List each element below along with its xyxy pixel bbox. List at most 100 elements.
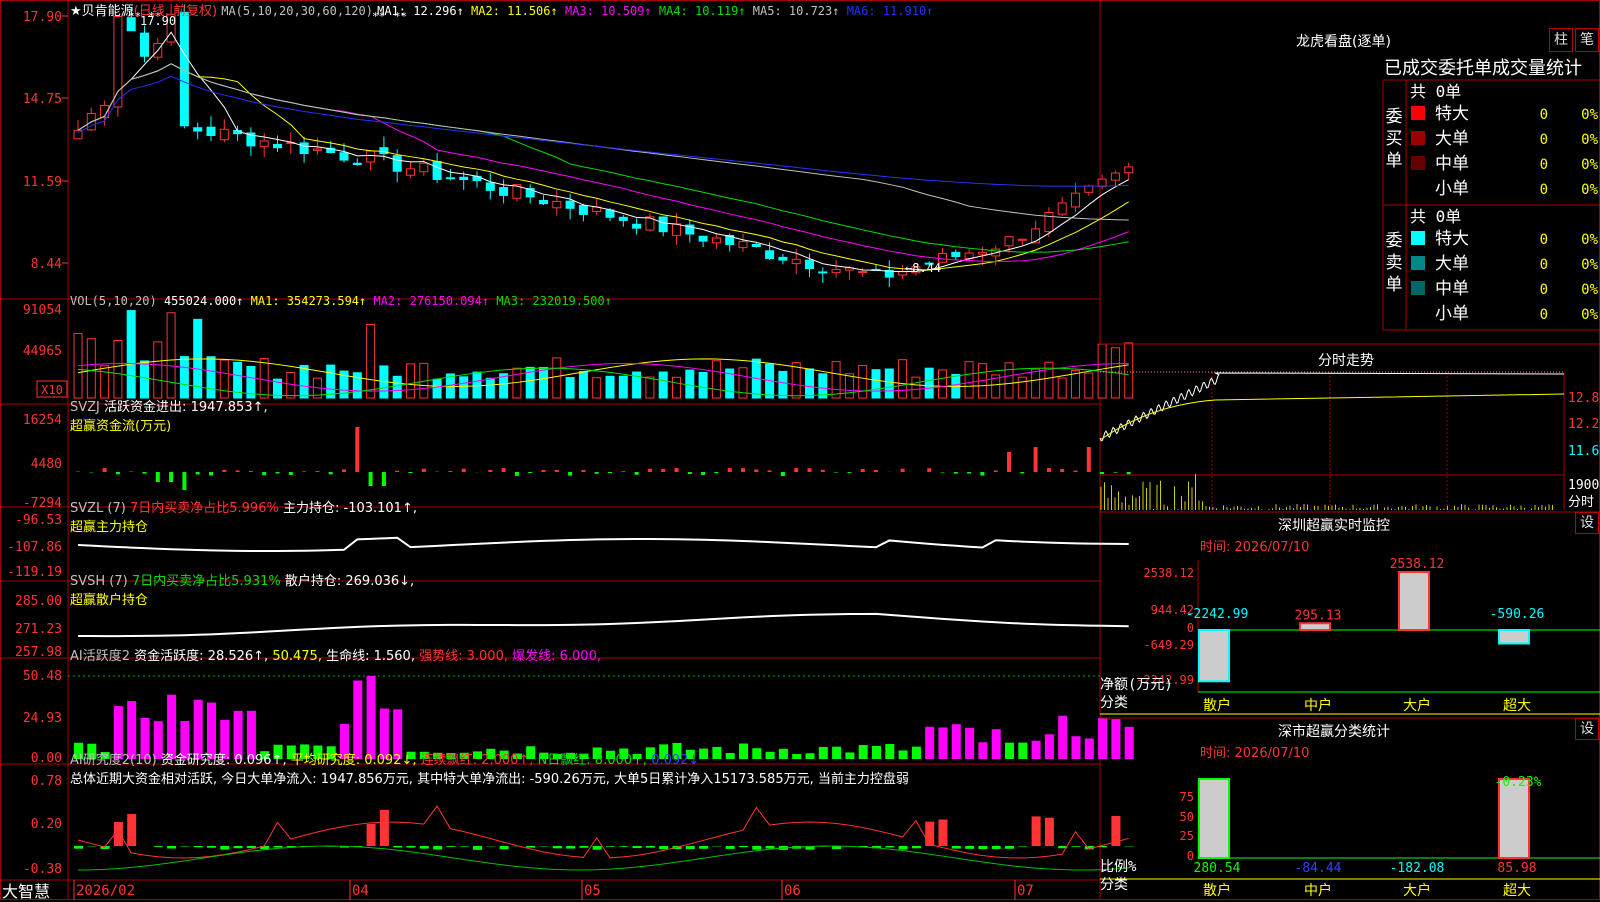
buy-row-name: 大单: [1435, 129, 1469, 149]
research-bar: [247, 846, 256, 848]
svzj-tick: 4480: [31, 457, 62, 472]
svzl-tick: -96.53: [15, 513, 62, 528]
sell-swatch-3: [1411, 306, 1425, 320]
candle: [553, 201, 561, 207]
buy-total: 共 0单: [1410, 82, 1461, 101]
candle: [500, 188, 508, 196]
sell-label-char: 卖: [1386, 253, 1403, 273]
flow-bar: [355, 427, 359, 472]
candle: [433, 161, 441, 179]
flow-bar: [236, 470, 240, 472]
svzl-label: 主力持仓:: [283, 501, 339, 516]
research-red-line: [78, 806, 1129, 858]
candle: [300, 143, 308, 154]
research-bar: [220, 846, 229, 850]
activity-bar: [1005, 743, 1014, 759]
volume-bar: [912, 377, 920, 398]
class-tick: 25: [1180, 829, 1194, 843]
candle: [1072, 193, 1080, 207]
candle: [952, 252, 960, 256]
candle: [340, 153, 348, 160]
monitor-value: 2538.12: [1390, 557, 1445, 572]
class-xlabel: 分类: [1100, 877, 1128, 893]
volume-bar: [87, 339, 95, 398]
activity-bar: [1098, 718, 1107, 759]
ai2-cont: 连续飘红: 2.000↑,: [421, 753, 534, 768]
flow-bar: [1020, 472, 1024, 473]
class-time: 时间: 2026/07/10: [1200, 742, 1309, 761]
buy-swatch-1: [1411, 131, 1425, 145]
buy-row-pct: 0%: [1581, 107, 1598, 123]
flow-bar: [1113, 472, 1117, 473]
ma-line-1: [78, 32, 1129, 271]
volume-bar: [619, 376, 627, 398]
candle: [1098, 179, 1106, 186]
intraday-title: 分时走势: [1318, 350, 1374, 370]
research-bar: [407, 846, 416, 848]
tab-bar[interactable]: 柱: [1549, 28, 1573, 52]
vol-ma-1: MA1: 354273.594↑: [251, 294, 367, 308]
candle: [313, 149, 321, 150]
class-ylabel: 比例%: [1100, 859, 1137, 875]
flow-bar: [834, 472, 838, 473]
research-bar: [473, 846, 482, 850]
activity-bar: [367, 676, 376, 759]
flow-bar: [941, 472, 945, 473]
research-bar: [167, 846, 176, 848]
svsh-tick: 257.98: [15, 645, 62, 660]
period-label[interactable]: (日线, 前复权): [134, 4, 217, 19]
class-tick: 75: [1180, 790, 1194, 804]
vol-value: 455024.000↑: [164, 294, 243, 308]
stock-name[interactable]: 贝肯能源: [82, 4, 134, 19]
flow-bar: [422, 469, 426, 472]
vol-title: VOL(5,10,20): [70, 294, 157, 308]
candle: [712, 238, 720, 243]
sell-label-char: 单: [1386, 275, 1403, 295]
sell-row-pct: 0%: [1581, 282, 1598, 298]
candle: [832, 269, 840, 272]
sell-row-name: 特大: [1435, 229, 1469, 249]
volume-bar: [1085, 373, 1093, 398]
activity-bar: [912, 747, 921, 759]
buy-row-name: 小单: [1435, 179, 1469, 199]
sell-swatch-2: [1411, 281, 1425, 295]
flow-bar: [874, 470, 878, 472]
class-settings-button[interactable]: 设: [1575, 718, 1599, 740]
svsh-subtitle: 超赢散户持仓: [70, 593, 148, 608]
tab-tick[interactable]: 笔: [1575, 28, 1599, 52]
svzl-line: [78, 538, 1129, 551]
research-bar: [1005, 846, 1014, 849]
svzl-value: -103.101↑,: [344, 501, 417, 516]
candle: [1005, 237, 1013, 246]
flow-bar: [289, 472, 293, 475]
activity-bar: [1045, 734, 1054, 759]
buy-row-pct: 0%: [1581, 157, 1598, 173]
volume-bar: [593, 378, 601, 398]
ai2-tick: 0.78: [31, 774, 62, 789]
ai1-tick: 50.48: [23, 669, 62, 684]
flow-bar: [1007, 452, 1011, 472]
activity-bar: [939, 727, 948, 759]
monitor-settings-button[interactable]: 设: [1575, 512, 1599, 534]
activity-bar: [1111, 719, 1120, 759]
candle: [274, 144, 282, 147]
class-cat: 散户: [1203, 882, 1231, 899]
volume-bar: [101, 366, 109, 398]
svzj-header: SVZJ 活跃资金进出: 1947.853↑, 超赢资金流(万元): [70, 396, 268, 434]
svzl-tick: -119.19: [7, 565, 62, 580]
research-bar: [207, 846, 216, 848]
class-value: -84.44: [1295, 861, 1342, 876]
ai2-nday: N日飘红: 8.000↑,: [538, 753, 647, 768]
candle: [752, 244, 760, 246]
flow-bar: [621, 471, 625, 472]
svzl-tick: -107.86: [7, 540, 62, 555]
flow-bar: [143, 472, 147, 474]
flow-bar: [156, 472, 160, 482]
svzj-sub: 活跃资金进出:: [104, 400, 186, 415]
research-bar: [686, 846, 695, 849]
monitor-bar-1: [1300, 623, 1330, 630]
class-bar-0: [1199, 779, 1229, 858]
sell-row-name: 小单: [1435, 304, 1469, 324]
date-label: 06: [784, 883, 801, 899]
monitor-xlabel: 分类: [1100, 695, 1128, 711]
